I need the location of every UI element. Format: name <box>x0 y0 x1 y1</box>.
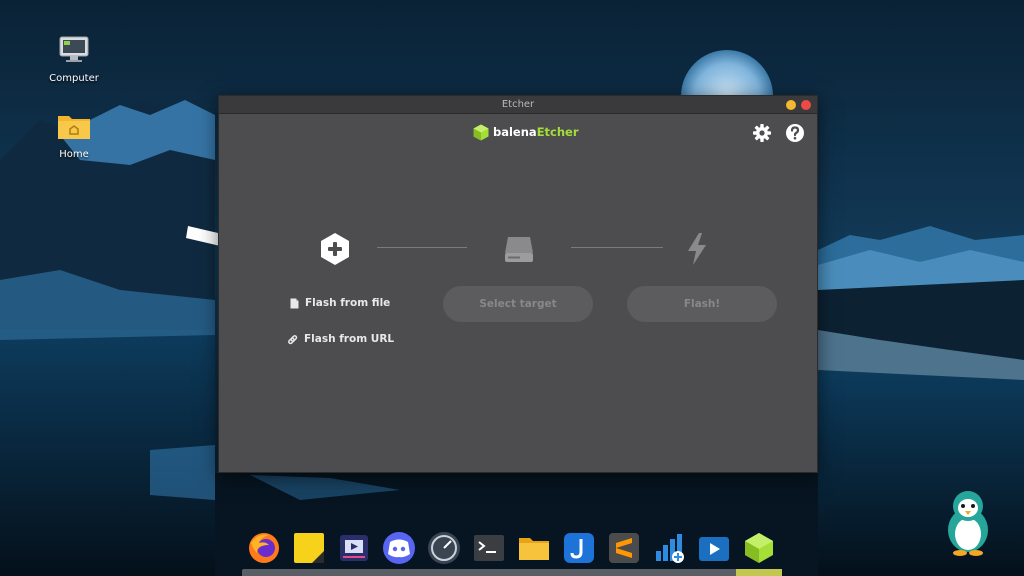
firefox-icon[interactable] <box>247 531 281 565</box>
flash-from-file-label: Flash from file <box>305 297 391 309</box>
flash-button[interactable]: Flash! <box>627 286 777 322</box>
add-image-hexagon-icon[interactable] <box>319 232 351 266</box>
home-folder-icon <box>58 116 90 139</box>
select-target-button[interactable]: Select target <box>443 286 593 322</box>
etcher-window: Etcher balena Etcher Flash from file Fla… <box>218 95 818 473</box>
file-icon <box>290 298 299 308</box>
settings-gear-icon[interactable] <box>752 123 772 143</box>
flash-from-url-label: Flash from URL <box>304 333 395 345</box>
computer-icon <box>59 36 89 62</box>
app-logo: balena Etcher <box>473 123 579 141</box>
flash-from-url-button[interactable]: Flash from URL <box>287 333 394 345</box>
video-editor-icon[interactable] <box>337 531 371 565</box>
desktop-icon-label: Home <box>59 149 89 160</box>
flash-from-file-button[interactable]: Flash from file <box>290 297 390 309</box>
link-icon <box>288 334 298 344</box>
desktop-icon-computer[interactable]: Computer <box>34 34 114 84</box>
penguin-mascot-icon <box>948 491 988 556</box>
step-connector <box>377 247 467 248</box>
files-folder-icon[interactable] <box>517 531 551 565</box>
speed-meter-icon[interactable] <box>427 531 461 565</box>
joplin-icon[interactable] <box>562 531 596 565</box>
logo-text-etcher: Etcher <box>536 125 579 139</box>
terminal-icon[interactable] <box>472 531 506 565</box>
window-titlebar[interactable]: Etcher <box>219 96 817 114</box>
sticky-notes-icon[interactable] <box>292 531 326 565</box>
media-player-icon[interactable] <box>697 531 731 565</box>
sublime-text-icon[interactable] <box>607 531 641 565</box>
flash-bolt-icon <box>688 233 706 265</box>
network-tool-icon[interactable] <box>652 531 686 565</box>
step-connector <box>571 247 663 248</box>
desktop-icon-label: Computer <box>49 73 99 84</box>
dock-active-indicator <box>736 569 782 576</box>
dock-bar <box>242 569 782 576</box>
logo-text-balena: balena <box>493 125 537 139</box>
close-button[interactable] <box>801 100 811 110</box>
window-title: Etcher <box>501 99 535 110</box>
help-circle-icon[interactable] <box>785 123 805 143</box>
discord-icon[interactable] <box>382 531 416 565</box>
balena-cube-icon <box>473 124 489 140</box>
desktop-icon-home[interactable]: Home <box>34 110 114 160</box>
balena-etcher-icon[interactable] <box>742 531 776 565</box>
drive-icon <box>505 237 533 262</box>
minimize-button[interactable] <box>786 100 796 110</box>
